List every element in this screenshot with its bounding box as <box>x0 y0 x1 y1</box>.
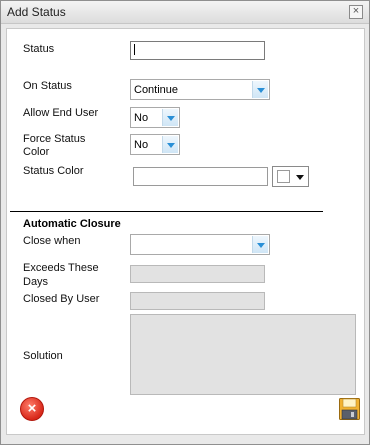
status-input[interactable] <box>130 41 265 60</box>
closed-by-user-input <box>130 292 265 310</box>
close-when-label: Close when <box>23 235 81 247</box>
chevron-down-icon[interactable] <box>162 136 178 153</box>
color-picker-button[interactable] <box>272 166 309 187</box>
status-color-input[interactable] <box>133 167 268 186</box>
exceeds-days-label-line2: Days <box>23 276 49 288</box>
on-status-value: Continue <box>134 84 179 96</box>
dialog-title: Add Status <box>7 5 66 19</box>
force-status-color-value: No <box>134 139 149 151</box>
on-status-select[interactable]: Continue <box>130 79 270 100</box>
solution-textarea <box>130 314 356 395</box>
solution-label: Solution <box>23 350 63 362</box>
cancel-icon[interactable]: × <box>20 397 44 421</box>
force-status-color-label: Force Status <box>23 133 86 145</box>
color-swatch <box>277 170 290 183</box>
status-color-label: Status Color <box>23 165 84 177</box>
exceeds-days-input <box>130 265 265 283</box>
text-caret <box>134 44 135 55</box>
chevron-down-icon[interactable] <box>252 236 268 253</box>
chevron-down-icon[interactable] <box>162 109 178 126</box>
close-icon[interactable]: × <box>349 5 363 19</box>
allow-end-user-select[interactable]: No <box>130 107 180 128</box>
dialog-body: Status On Status Continue Allow End User… <box>6 28 365 435</box>
save-icon[interactable] <box>339 398 360 420</box>
force-status-color-select[interactable]: No <box>130 134 180 155</box>
closed-by-user-label: Closed By User <box>23 293 100 305</box>
close-when-select[interactable] <box>130 234 270 255</box>
force-status-color-label-line2: Color <box>23 146 50 158</box>
allow-end-user-label: Allow End User <box>23 107 99 119</box>
automatic-closure-heading: Automatic Closure <box>23 218 121 230</box>
on-status-label: On Status <box>23 80 72 92</box>
section-divider <box>10 211 323 212</box>
allow-end-user-value: No <box>134 112 149 124</box>
exceeds-days-label: Exceeds These <box>23 262 99 274</box>
chevron-down-icon <box>296 175 304 180</box>
status-label: Status <box>23 43 55 55</box>
add-status-dialog: Add Status × Status On Status Continue A… <box>0 0 370 445</box>
dialog-titlebar[interactable]: Add Status × <box>1 1 369 24</box>
chevron-down-icon[interactable] <box>252 81 268 98</box>
